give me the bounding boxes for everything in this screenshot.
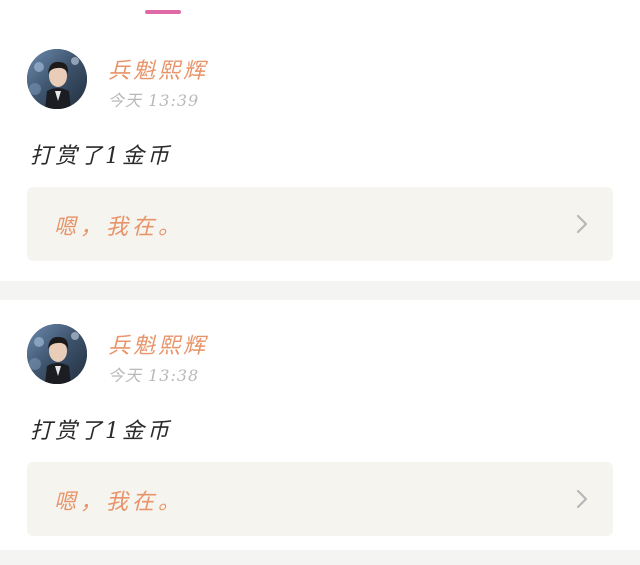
reward-action-text: 打赏了1金币 (30, 144, 172, 169)
section-divider (0, 550, 640, 565)
quoted-post-text: 嗯，我在。 (54, 215, 185, 240)
quoted-post-link[interactable]: 嗯，我在。 (27, 462, 613, 536)
reward-action-text: 打赏了1金币 (30, 419, 172, 444)
avatar[interactable] (27, 324, 87, 384)
section-divider (0, 281, 640, 300)
avatar[interactable] (27, 49, 87, 109)
post-timestamp: 今天 13:38 (108, 366, 200, 385)
post-timestamp: 今天 13:39 (108, 91, 200, 110)
chevron-right-icon (576, 214, 588, 234)
user-name[interactable]: 兵魁熙辉 (108, 53, 208, 85)
reward-feed-page: 兵魁熙辉 今天 13:39 打赏了1金币 嗯，我在。 兵魁熙辉 今天 13:38… (0, 0, 640, 565)
feed-item[interactable]: 兵魁熙辉 今天 13:39 打赏了1金币 嗯，我在。 (0, 25, 640, 281)
user-name[interactable]: 兵魁熙辉 (108, 328, 208, 360)
quoted-post-text: 嗯，我在。 (54, 490, 185, 515)
active-tab-indicator (145, 10, 181, 14)
chevron-right-icon (576, 489, 588, 509)
feed-item[interactable]: 兵魁熙辉 今天 13:38 打赏了1金币 嗯，我在。 (0, 300, 640, 550)
quoted-post-link[interactable]: 嗯，我在。 (27, 187, 613, 261)
